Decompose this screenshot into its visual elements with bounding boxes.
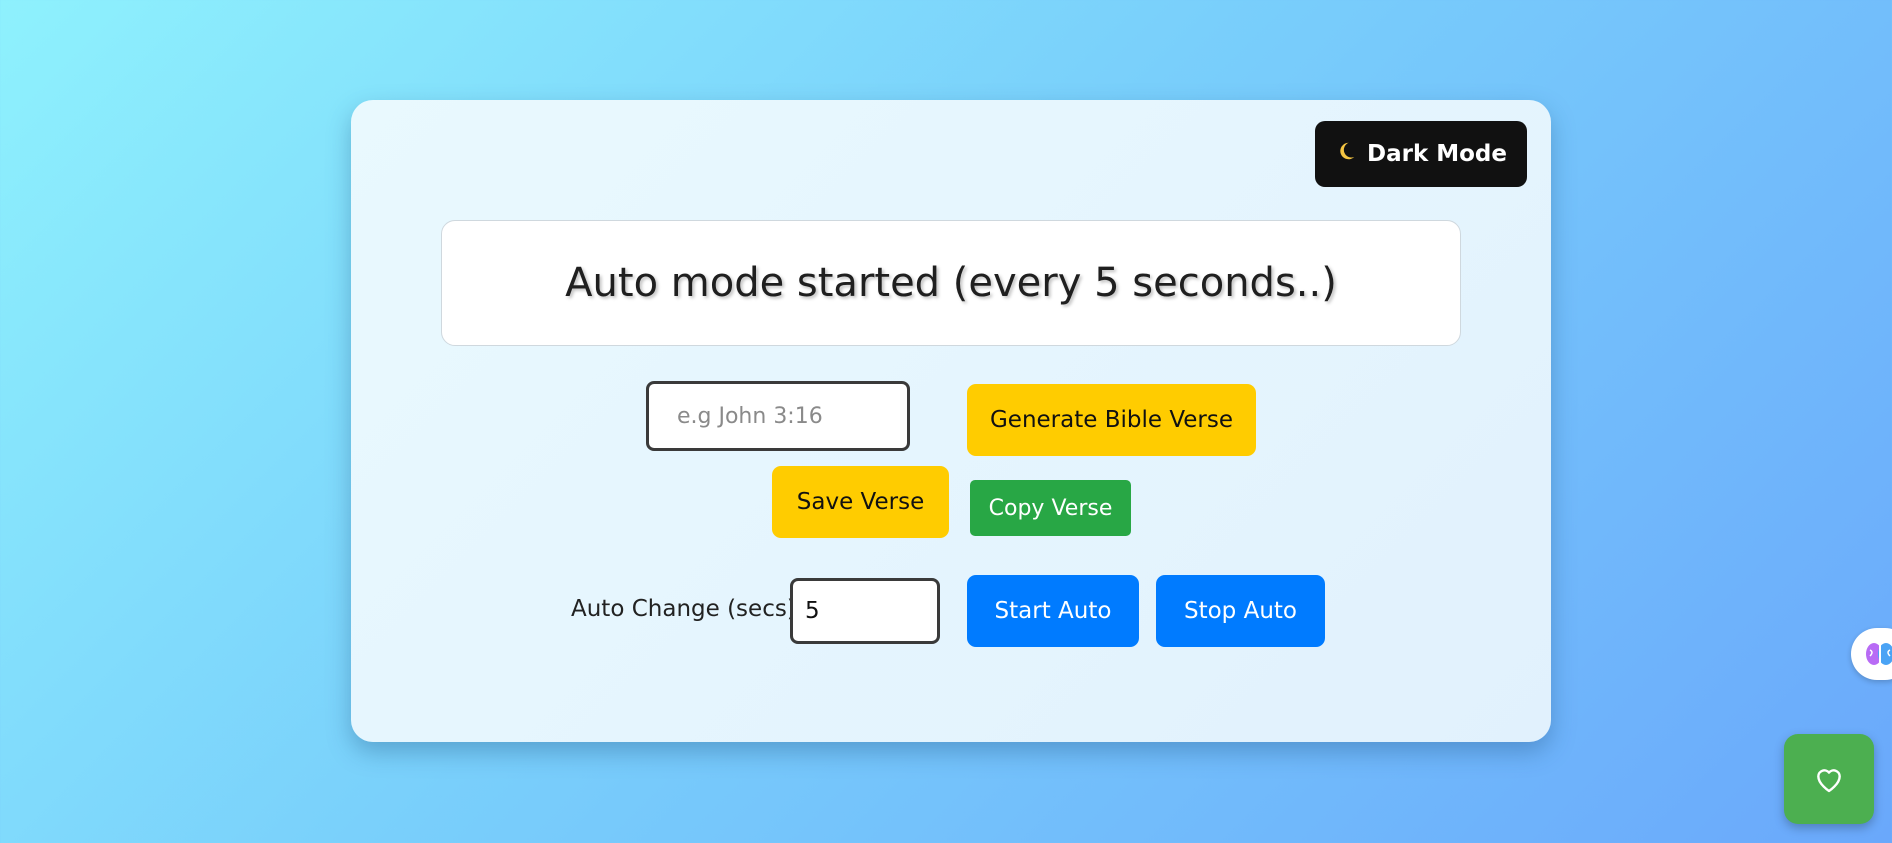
brain-icon <box>1866 643 1892 665</box>
verse-reference-input[interactable] <box>646 381 910 451</box>
save-verse-button[interactable]: Save Verse <box>772 466 949 538</box>
auto-change-seconds-input[interactable] <box>790 578 940 644</box>
verse-text: Auto mode started (every 5 seconds..) <box>565 260 1337 306</box>
verse-display: Auto mode started (every 5 seconds..) <box>441 220 1461 346</box>
copy-verse-button[interactable]: Copy Verse <box>970 480 1131 536</box>
verse-generator-card: Dark Mode Auto mode started (every 5 sec… <box>351 100 1551 742</box>
auto-change-label: Auto Change (secs): <box>571 596 804 622</box>
start-auto-button[interactable]: Start Auto <box>967 575 1139 647</box>
heart-icon <box>1817 769 1841 793</box>
stop-auto-button[interactable]: Stop Auto <box>1156 575 1325 647</box>
generate-verse-button[interactable]: Generate Bible Verse <box>967 384 1256 456</box>
brain-extension-widget[interactable] <box>1851 628 1892 680</box>
moon-icon <box>1335 140 1357 168</box>
dark-mode-button[interactable]: Dark Mode <box>1315 121 1527 187</box>
favorite-button[interactable] <box>1784 734 1874 824</box>
dark-mode-label: Dark Mode <box>1366 141 1507 167</box>
